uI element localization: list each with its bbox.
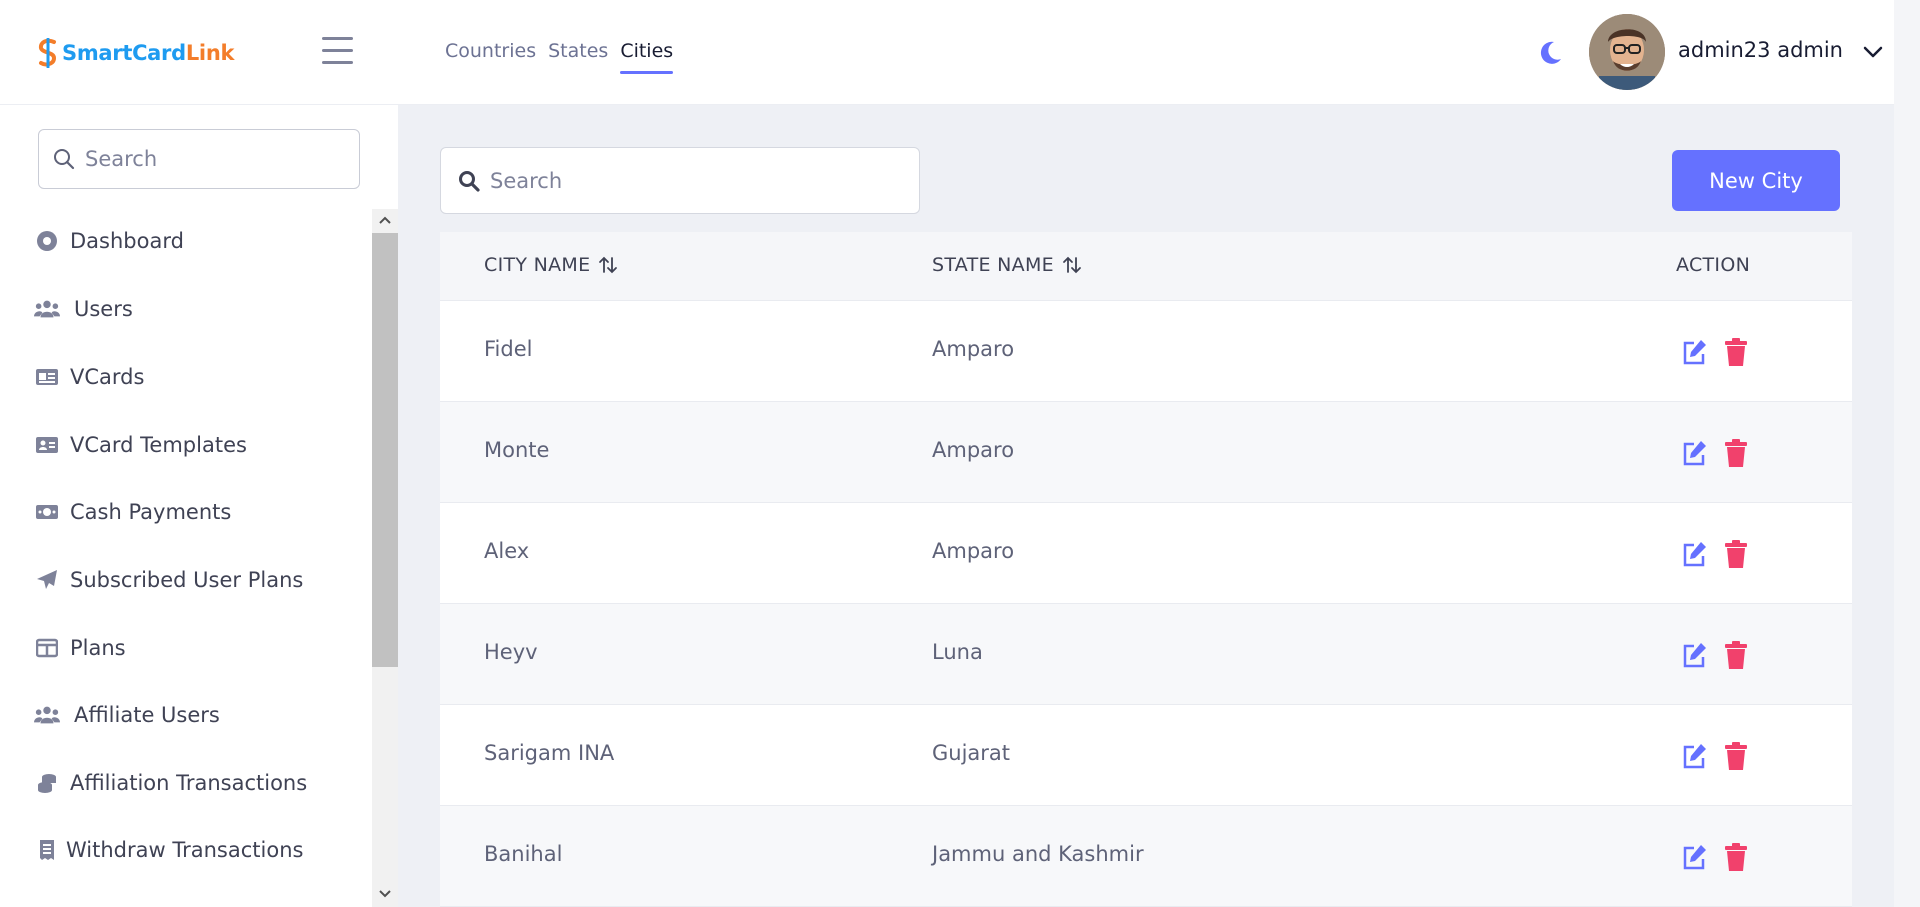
- table-row: Sarigam INA Gujarat: [440, 705, 1852, 806]
- sidebar-item-vcards[interactable]: VCards: [34, 357, 144, 397]
- sidebar-item-withdraw-transactions[interactable]: Withdraw Transactions: [34, 830, 303, 870]
- table-header: CITY NAME STATE NAME ACTION: [440, 232, 1852, 301]
- city-name-cell: Sarigam INA: [484, 741, 615, 765]
- table-row: Monte Amparo: [440, 402, 1852, 503]
- vcards-icon: [34, 366, 60, 388]
- city-name-cell: Fidel: [484, 337, 533, 361]
- cities-search-input[interactable]: Search: [440, 147, 920, 214]
- state-name-cell: Amparo: [932, 438, 1015, 462]
- sidebar-item-dashboard[interactable]: Dashboard: [34, 221, 184, 261]
- chevron-down-icon[interactable]: [1862, 44, 1884, 60]
- menu-toggle-button[interactable]: [322, 37, 353, 65]
- state-name-cell: Amparo: [932, 539, 1015, 563]
- edit-icon[interactable]: [1681, 539, 1709, 569]
- edit-icon[interactable]: [1681, 640, 1709, 670]
- delete-trash-icon[interactable]: [1722, 438, 1750, 468]
- delete-trash-icon[interactable]: [1722, 337, 1750, 367]
- users-icon: [34, 298, 60, 320]
- city-name-cell: Monte: [484, 438, 550, 462]
- search-icon: [54, 149, 75, 170]
- sidebar-item-affiliation-transactions[interactable]: Affiliation Transactions: [34, 763, 307, 803]
- dark-mode-moon-icon[interactable]: [1536, 39, 1564, 67]
- table-row: Heyv Luna: [440, 604, 1852, 705]
- state-name-cell: Gujarat: [932, 741, 1011, 765]
- state-name-cell: Amparo: [932, 337, 1015, 361]
- brand-logo[interactable]: SmartCardLink: [37, 38, 234, 68]
- sidebar-item-subscribed-user-plans[interactable]: Subscribed User Plans: [34, 560, 303, 600]
- logo-mark-icon: [38, 38, 57, 68]
- state-name-cell: Luna: [932, 640, 983, 664]
- delete-trash-icon[interactable]: [1722, 741, 1750, 771]
- sort-icon[interactable]: [598, 256, 618, 274]
- column-header-state[interactable]: STATE NAME: [932, 254, 1082, 276]
- edit-icon[interactable]: [1681, 842, 1709, 872]
- sidebar-item-cash-payments[interactable]: Cash Payments: [34, 492, 231, 532]
- top-tabs: Countries States Cities: [445, 38, 685, 74]
- tab-countries[interactable]: Countries: [445, 38, 542, 74]
- edit-icon[interactable]: [1681, 337, 1709, 367]
- sort-icon[interactable]: [1062, 256, 1082, 274]
- scroll-down-arrow-icon[interactable]: [378, 889, 392, 899]
- delete-trash-icon[interactable]: [1722, 640, 1750, 670]
- table-row: Fidel Amparo: [440, 301, 1852, 402]
- id-card-icon: [34, 434, 60, 456]
- city-name-cell: Alex: [484, 539, 530, 563]
- edit-icon[interactable]: [1681, 438, 1709, 468]
- page-scrollbar[interactable]: [1894, 0, 1920, 907]
- table-row: Banihal Jammu and Kashmir: [440, 806, 1852, 907]
- sidebar: Search Dashboard Users VCards VCard Temp…: [0, 105, 398, 907]
- coins-icon: [34, 772, 60, 794]
- new-city-button[interactable]: New City: [1672, 150, 1840, 211]
- brand-name: SmartCardLink: [62, 41, 235, 65]
- sidebar-scrollbar-thumb[interactable]: [372, 233, 398, 667]
- scroll-up-arrow-icon[interactable]: [378, 215, 392, 225]
- top-header: SmartCardLink Countries States Cities ad…: [0, 0, 1894, 105]
- receipt-icon: [34, 839, 60, 861]
- avatar-portrait-icon: [1589, 14, 1665, 90]
- paper-plane-icon: [34, 569, 60, 591]
- edit-icon[interactable]: [1681, 741, 1709, 771]
- table-row: Alex Amparo: [440, 503, 1852, 604]
- sidebar-scrollbar[interactable]: [372, 209, 398, 907]
- user-name[interactable]: admin23 admin: [1678, 38, 1843, 62]
- tab-states[interactable]: States: [548, 38, 614, 74]
- sidebar-item-users[interactable]: Users: [34, 289, 133, 329]
- column-header-city[interactable]: CITY NAME: [484, 254, 618, 276]
- city-name-cell: Banihal: [484, 842, 563, 866]
- sidebar-search-input[interactable]: Search: [38, 129, 360, 189]
- dashboard-icon: [34, 230, 60, 252]
- city-name-cell: Heyv: [484, 640, 538, 664]
- sidebar-item-vcard-templates[interactable]: VCard Templates: [34, 425, 247, 465]
- cities-table: CITY NAME STATE NAME ACTION Fidel Amparo…: [440, 232, 1852, 907]
- state-name-cell: Jammu and Kashmir: [932, 842, 1144, 866]
- cities-search-placeholder: Search: [490, 168, 563, 193]
- delete-trash-icon[interactable]: [1722, 539, 1750, 569]
- sidebar-search-placeholder: Search: [85, 147, 158, 171]
- users-icon: [34, 704, 60, 726]
- delete-trash-icon[interactable]: [1722, 842, 1750, 872]
- money-icon: [34, 501, 60, 523]
- table-icon: [34, 637, 60, 659]
- user-avatar[interactable]: [1589, 14, 1665, 90]
- tab-cities[interactable]: Cities: [620, 38, 679, 74]
- sidebar-item-affiliate-users[interactable]: Affiliate Users: [34, 695, 220, 735]
- column-header-action: ACTION: [1676, 254, 1751, 276]
- search-icon: [459, 170, 480, 192]
- sidebar-item-plans[interactable]: Plans: [34, 628, 126, 668]
